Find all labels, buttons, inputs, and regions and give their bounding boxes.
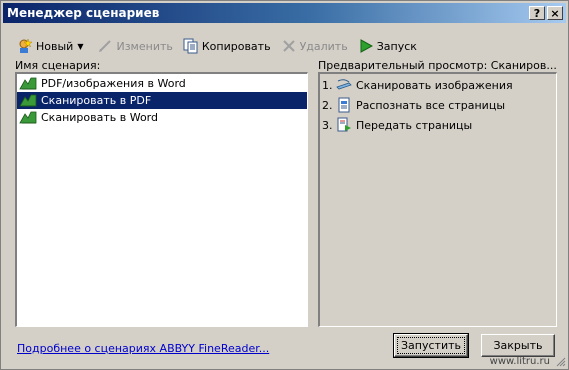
title-bar[interactable]: Менеджер сценариев ? × [3, 3, 566, 23]
step-label: Сканировать изображения [356, 78, 513, 92]
delete-button-label: Удалить [299, 39, 348, 53]
scenario-list-header: Имя сценария: [15, 59, 101, 72]
run-toolbar-button[interactable]: Запуск [354, 36, 421, 56]
copy-button-label: Копировать [201, 39, 271, 53]
run-button[interactable]: Запустить [393, 333, 469, 358]
step-number: 2. [322, 98, 333, 112]
scenario-item-label: PDF/изображения в Word [41, 77, 186, 90]
scenario-list-item[interactable]: Сканировать в Word [17, 109, 307, 126]
preview-step: 2. Распознать все страницы [320, 95, 556, 115]
more-about-scenarios-link[interactable]: Подробнее о сценариях ABBYY FineReader..… [17, 342, 269, 355]
preview-step: 1. Сканировать изображения [320, 75, 556, 95]
preview-step: 3. Передать страницы [320, 115, 556, 135]
copy-icon [183, 38, 199, 54]
scanner-icon [336, 77, 352, 93]
scenario-item-label: Сканировать в Word [41, 111, 158, 124]
export-pages-icon [336, 117, 352, 133]
close-button-label: Закрыть [493, 339, 543, 352]
delete-x-icon [281, 38, 297, 54]
close-button[interactable]: Закрыть [481, 334, 555, 357]
watermark: www.litru.ru [489, 356, 550, 367]
scenario-preview-panel: 1. Сканировать изображения 2. Распознать вс… [318, 72, 557, 327]
pencil-icon [97, 38, 113, 54]
resize-grip-icon[interactable] [554, 355, 566, 367]
scenario-list[interactable]: PDF/изображения в Word Сканировать в PDF С… [15, 72, 308, 327]
scenario-list-item[interactable]: Сканировать в PDF [17, 92, 307, 109]
step-number: 3. [322, 118, 333, 132]
delete-button[interactable]: Удалить [277, 36, 352, 56]
step-label: Распознать все страницы [356, 98, 505, 112]
scenario-icon [19, 94, 37, 108]
run-button-label: Запустить [397, 337, 465, 354]
preview-header: Предварительный просмотр: Сканиров... [318, 59, 557, 72]
scenario-icon [19, 111, 37, 125]
new-scenario-icon [17, 38, 33, 54]
new-button-label: Новый [36, 39, 74, 53]
scenario-icon [19, 77, 37, 91]
run-toolbar-label: Запуск [376, 39, 417, 53]
step-number: 1. [322, 78, 333, 92]
edit-button[interactable]: Изменить [93, 36, 176, 56]
toolbar: Новый ▼ Изменить Копировать Удалить Запу… [13, 35, 423, 57]
help-button[interactable]: ? [529, 6, 545, 20]
scenario-list-item[interactable]: PDF/изображения в Word [17, 75, 307, 92]
edit-button-label: Изменить [116, 39, 173, 53]
step-label: Передать страницы [356, 118, 473, 132]
scenario-manager-window: Менеджер сценариев ? × Новый ▼ Изменить … [0, 0, 569, 370]
copy-button[interactable]: Копировать [179, 36, 275, 56]
scenario-item-label: Сканировать в PDF [41, 94, 152, 107]
document-icon [336, 97, 352, 113]
chevron-down-icon[interactable]: ▼ [77, 42, 83, 51]
play-icon [358, 38, 374, 54]
close-window-button[interactable]: × [547, 6, 563, 20]
new-button[interactable]: Новый ▼ [13, 36, 91, 56]
window-title: Менеджер сценариев [7, 6, 160, 20]
